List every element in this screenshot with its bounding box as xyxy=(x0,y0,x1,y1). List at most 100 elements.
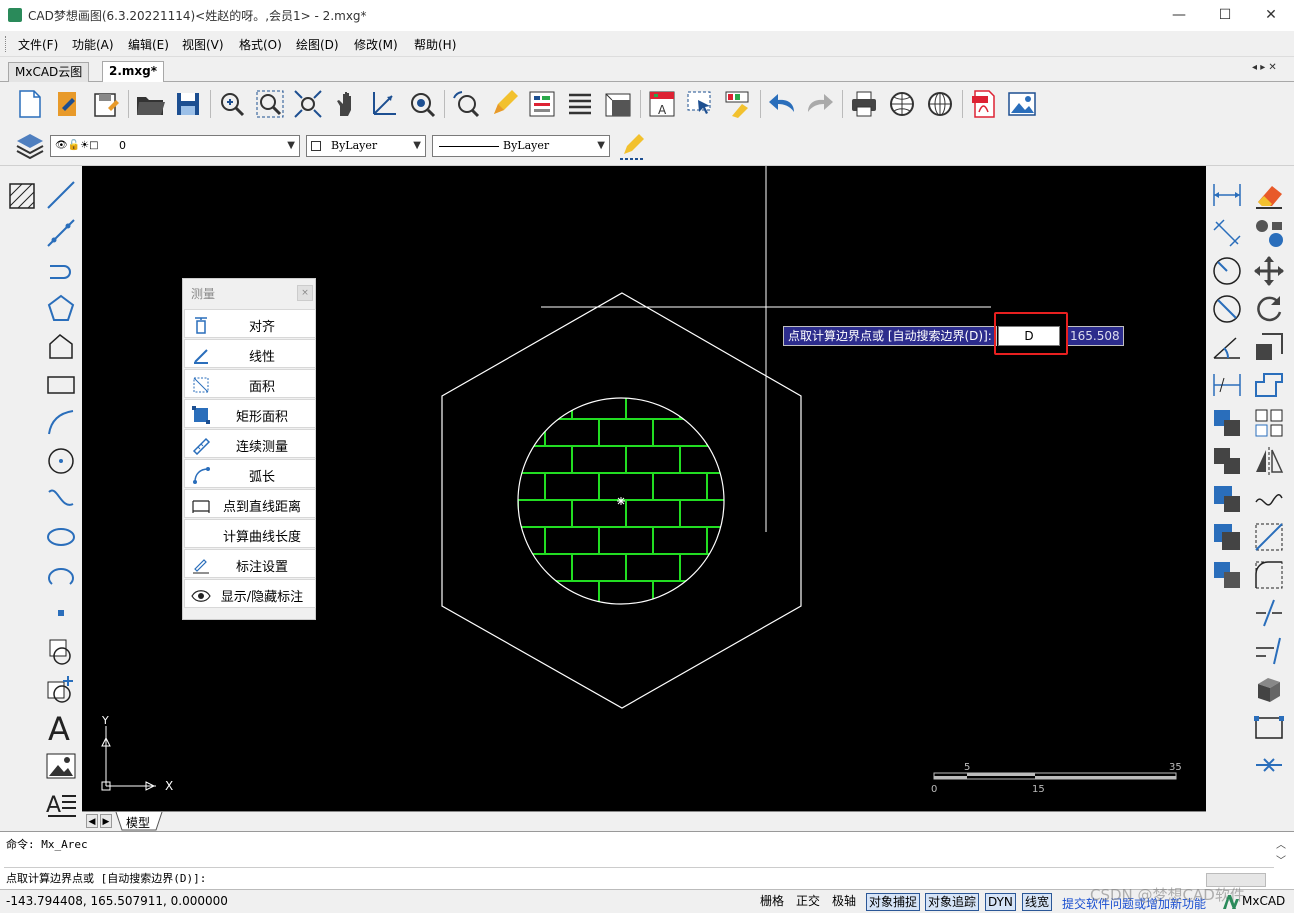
zoom-all-icon[interactable] xyxy=(292,88,324,120)
zoom-previous-icon[interactable] xyxy=(450,88,482,120)
copy-layer-icon[interactable] xyxy=(1210,444,1244,478)
new-file-icon[interactable] xyxy=(14,88,46,120)
layer-properties-icon[interactable] xyxy=(526,88,558,120)
minimize-button[interactable]: — xyxy=(1156,0,1202,31)
insert-image-icon[interactable] xyxy=(1006,88,1038,120)
rectangle-icon[interactable] xyxy=(44,368,78,402)
stretch-icon[interactable] xyxy=(1252,368,1286,402)
array-icon[interactable] xyxy=(1252,406,1286,440)
ucs-axes-icon[interactable] xyxy=(368,88,400,120)
toggle-dyn[interactable]: DYN xyxy=(985,893,1016,911)
globe-icon[interactable] xyxy=(924,88,956,120)
ellipse-arc-icon[interactable] xyxy=(44,558,78,592)
menu-view[interactable]: 视图(V) xyxy=(182,36,224,53)
measure-rect-area-button[interactable]: 矩形面积 xyxy=(184,399,316,428)
layer-select[interactable]: 👁🔓☀□ 0 ▼ xyxy=(50,135,300,157)
maximize-button[interactable]: ☐ xyxy=(1202,0,1248,31)
toggle-object-tracking[interactable]: 对象追踪 xyxy=(925,893,980,911)
insert-block-icon[interactable] xyxy=(44,672,78,706)
copy-object-icon[interactable] xyxy=(1252,216,1286,250)
list-properties-icon[interactable] xyxy=(564,88,596,120)
3d-box-icon[interactable] xyxy=(1252,672,1286,706)
export-pdf-icon[interactable] xyxy=(968,88,1000,120)
pencil-edit-icon[interactable] xyxy=(488,88,520,120)
open-folder-icon[interactable] xyxy=(134,88,166,120)
menu-format[interactable]: 格式(O) xyxy=(239,36,282,53)
menu-help[interactable]: 帮助(H) xyxy=(414,36,456,53)
tab-nav-controls[interactable]: ◂ ▸ ✕ xyxy=(1252,62,1277,73)
baseline-dimension-icon[interactable] xyxy=(1210,368,1244,402)
zoom-realtime-icon[interactable] xyxy=(406,88,438,120)
angular-dimension-icon[interactable] xyxy=(1210,330,1244,364)
redo-icon[interactable] xyxy=(804,88,836,120)
toggle-grid[interactable]: 栅格 xyxy=(758,893,786,911)
mirror-icon[interactable] xyxy=(1252,444,1286,478)
linetype-select[interactable]: ByLayer ▼ xyxy=(432,135,610,157)
pan-hand-icon[interactable] xyxy=(330,88,362,120)
text-style-icon[interactable]: A xyxy=(646,88,678,120)
zoom-extents-icon[interactable] xyxy=(254,88,286,120)
pentagon-shape-icon[interactable] xyxy=(44,330,78,364)
join-icon[interactable] xyxy=(1252,748,1286,782)
menu-draw[interactable]: 绘图(D) xyxy=(296,36,339,53)
select-cursor-icon[interactable] xyxy=(684,88,716,120)
aligned-dimension-icon[interactable] xyxy=(1210,216,1244,250)
text-icon[interactable]: A xyxy=(44,710,78,744)
publish-web-icon[interactable] xyxy=(886,88,918,120)
group-icon[interactable] xyxy=(1210,520,1244,554)
break-spline-icon[interactable] xyxy=(1252,482,1286,516)
hatch-icon[interactable] xyxy=(6,178,40,212)
spline-icon[interactable] xyxy=(44,482,78,516)
toggle-object-snap[interactable]: 对象捕捉 xyxy=(866,893,921,911)
rotate-icon[interactable] xyxy=(1252,292,1286,326)
line-icon[interactable] xyxy=(44,178,78,212)
measure-panel-header[interactable]: 测量 × xyxy=(183,279,315,307)
ray-icon[interactable] xyxy=(44,216,78,250)
save-icon[interactable] xyxy=(172,88,204,120)
close-button[interactable]: ✕ xyxy=(1248,0,1294,31)
menu-file[interactable]: 文件(F) xyxy=(18,36,58,53)
polygon-icon[interactable] xyxy=(44,292,78,326)
offset-copy-icon[interactable] xyxy=(1210,406,1244,440)
scale-icon[interactable] xyxy=(1252,330,1286,364)
measure-linear-button[interactable]: 线性 xyxy=(184,339,316,368)
zoom-window-icon[interactable] xyxy=(216,88,248,120)
print-icon[interactable] xyxy=(848,88,880,120)
ungroup-icon[interactable] xyxy=(1210,558,1244,592)
tab-active-document[interactable]: 2.mxg* xyxy=(102,61,165,83)
boundary-icon[interactable] xyxy=(1252,710,1286,744)
point-icon[interactable] xyxy=(44,596,78,630)
toggle-ortho[interactable]: 正交 xyxy=(794,893,822,911)
radius-dimension-icon[interactable] xyxy=(1210,254,1244,288)
multiline-text-icon[interactable]: A xyxy=(44,786,78,820)
fillet-icon[interactable] xyxy=(1252,558,1286,592)
tab-mxcad-cloud[interactable]: MxCAD云图 xyxy=(8,62,90,83)
diameter-dimension-icon[interactable] xyxy=(1210,292,1244,326)
lineweight-pencil-icon[interactable] xyxy=(616,130,648,162)
measure-align-button[interactable]: 对齐 xyxy=(184,309,316,338)
linear-dimension-icon[interactable] xyxy=(1210,178,1244,212)
circle-icon[interactable] xyxy=(44,444,78,478)
measure-continuous-button[interactable]: 连续测量 xyxy=(184,429,316,458)
polyline-icon[interactable] xyxy=(44,254,78,288)
menu-modify[interactable]: 修改(M) xyxy=(354,36,398,53)
command-scroll-down-icon[interactable]: ﹀ xyxy=(1276,852,1286,867)
measure-point-line-button[interactable]: 点到直线距离 xyxy=(184,489,316,518)
arc-icon[interactable] xyxy=(44,406,78,440)
template-icon[interactable] xyxy=(52,88,84,120)
make-block-icon[interactable] xyxy=(44,634,78,668)
save-as-icon[interactable] xyxy=(90,88,122,120)
layer-manager-icon[interactable] xyxy=(14,130,46,162)
trim-icon[interactable] xyxy=(1252,596,1286,630)
move-arrows-icon[interactable] xyxy=(1252,254,1286,288)
measure-panel-close-button[interactable]: × xyxy=(297,285,313,301)
command-line-area[interactable]: 命令: Mx_Arec 点取计算边界点或 [自动搜索边界(D)]: ︿ ﹀ xyxy=(0,831,1294,889)
measure-toggle-dims-button[interactable]: 显示/隐藏标注 xyxy=(184,579,316,608)
color-select[interactable]: ByLayer ▼ xyxy=(306,135,426,157)
menu-edit[interactable]: 编辑(E) xyxy=(128,36,169,53)
extend-icon[interactable] xyxy=(1252,634,1286,668)
ellipse-icon[interactable] xyxy=(44,520,78,554)
chamfer-icon[interactable] xyxy=(1252,520,1286,554)
measure-arc-length-button[interactable]: 弧长 xyxy=(184,459,316,488)
toggle-lineweight[interactable]: 线宽 xyxy=(1022,893,1053,911)
